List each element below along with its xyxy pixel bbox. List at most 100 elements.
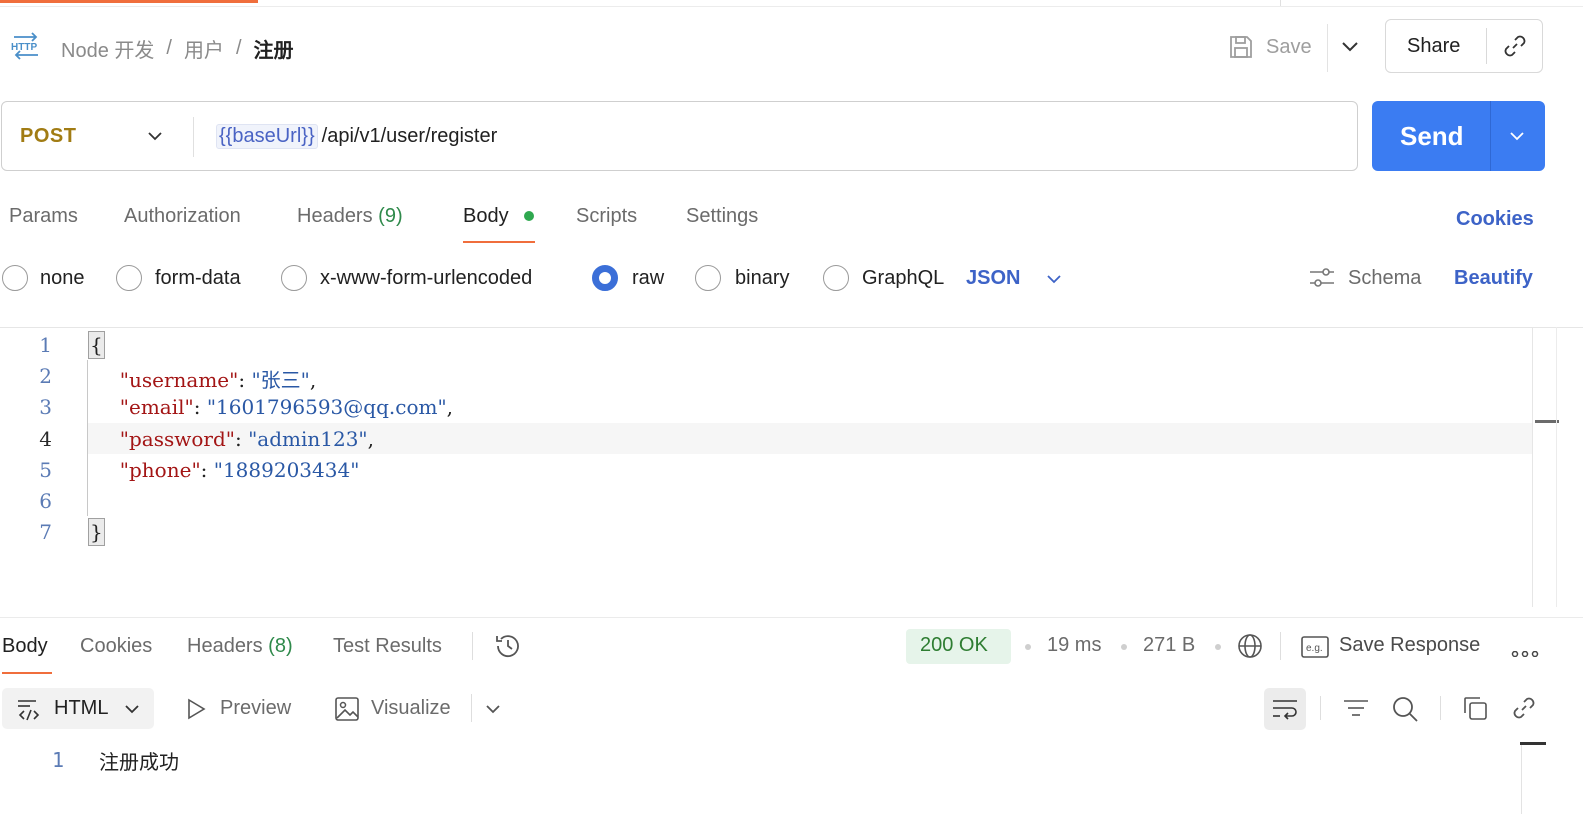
save-response-button[interactable]: Save Response bbox=[1339, 634, 1480, 657]
body-format-select[interactable]: JSON bbox=[966, 267, 1020, 290]
response-body-text[interactable]: 注册成功 bbox=[99, 746, 179, 775]
example-icon[interactable]: e.g. bbox=[1300, 634, 1330, 660]
search-icon[interactable] bbox=[1390, 694, 1420, 724]
filter-icon[interactable] bbox=[1342, 696, 1370, 722]
divider bbox=[472, 632, 473, 660]
radio-urlencoded-label[interactable]: x-www-form-urlencoded bbox=[320, 267, 532, 290]
copy-link-icon[interactable] bbox=[1502, 33, 1528, 59]
visualize-chevron-down-icon[interactable] bbox=[482, 698, 504, 720]
response-size[interactable]: 271 B bbox=[1143, 634, 1195, 657]
visualize-button[interactable]: Visualize bbox=[371, 697, 451, 720]
line-number: 2 bbox=[39, 364, 52, 388]
radio-form-data-label[interactable]: form-data bbox=[155, 267, 241, 290]
preview-play-icon[interactable] bbox=[184, 697, 208, 721]
tab-separator bbox=[1280, 0, 1281, 6]
code-line[interactable]: } bbox=[88, 518, 105, 546]
response-line-number: 1 bbox=[51, 748, 64, 772]
format-chevron-down-icon bbox=[121, 698, 143, 720]
json-colon: : bbox=[234, 427, 249, 451]
cookies-link[interactable]: Cookies bbox=[1456, 208, 1534, 231]
breadcrumb-folder[interactable]: 用户 bbox=[184, 34, 224, 63]
history-icon[interactable] bbox=[493, 631, 523, 661]
editor-scrollbar[interactable] bbox=[1532, 327, 1533, 607]
code-line[interactable]: "password": "admin123", bbox=[88, 427, 374, 451]
active-tab-indicator bbox=[0, 0, 258, 3]
breadcrumb-separator: / bbox=[166, 37, 172, 59]
json-value: "张三" bbox=[251, 368, 310, 392]
response-time[interactable]: 19 ms bbox=[1047, 634, 1101, 657]
response-tab-cookies[interactable]: Cookies bbox=[80, 635, 152, 658]
radio-binary-label[interactable]: binary bbox=[735, 267, 789, 290]
response-tab-headers-label: Headers bbox=[187, 635, 263, 657]
response-scroll-marker bbox=[1520, 742, 1546, 745]
url-variable[interactable]: {{baseUrl}} bbox=[216, 124, 318, 149]
radio-raw[interactable] bbox=[592, 265, 618, 291]
share-button[interactable]: Share bbox=[1407, 35, 1460, 58]
beautify-button[interactable]: Beautify bbox=[1454, 267, 1533, 290]
tab-settings[interactable]: Settings bbox=[686, 205, 758, 228]
line-number: 4 bbox=[39, 427, 52, 451]
save-options-chevron-down-icon[interactable] bbox=[1338, 34, 1362, 58]
json-comma: , bbox=[367, 427, 374, 451]
response-tab-headers-count: (8) bbox=[268, 635, 293, 657]
active-tab-underline bbox=[463, 241, 535, 243]
json-value: "1601796593@qq.com" bbox=[206, 395, 447, 419]
svg-text:e.g.: e.g. bbox=[1306, 643, 1323, 654]
json-value: "1889203434" bbox=[213, 458, 360, 482]
json-key: "phone" bbox=[119, 458, 201, 482]
json-key: "username" bbox=[119, 368, 239, 392]
tab-params[interactable]: Params bbox=[9, 205, 78, 228]
copy-icon[interactable] bbox=[1461, 694, 1489, 722]
status-code: 200 OK bbox=[920, 634, 988, 656]
breadcrumb-collection[interactable]: Node 开发 bbox=[61, 34, 154, 63]
tab-headers[interactable]: Headers (9) bbox=[297, 205, 403, 228]
separator-dot bbox=[1025, 644, 1031, 650]
send-options-chevron-down-icon[interactable] bbox=[1506, 125, 1528, 147]
code-line[interactable]: { bbox=[88, 331, 105, 359]
code-line[interactable]: "username": "张三", bbox=[88, 364, 316, 393]
schema-button[interactable]: Schema bbox=[1308, 266, 1421, 290]
radio-raw-label[interactable]: raw bbox=[632, 267, 664, 290]
radio-form-data[interactable] bbox=[116, 265, 142, 291]
http-icon: HTTP bbox=[10, 31, 42, 61]
radio-none-label[interactable]: none bbox=[40, 267, 85, 290]
matched-brace: } bbox=[88, 518, 105, 546]
response-tab-body[interactable]: Body bbox=[2, 635, 48, 658]
json-colon: : bbox=[200, 458, 214, 482]
divider bbox=[193, 117, 194, 157]
svg-text:HTTP: HTTP bbox=[11, 42, 37, 53]
method-select[interactable]: POST bbox=[20, 125, 76, 148]
radio-none[interactable] bbox=[2, 265, 28, 291]
response-divider bbox=[0, 617, 1583, 618]
link-icon[interactable] bbox=[1510, 694, 1538, 722]
response-tab-test-results[interactable]: Test Results bbox=[333, 635, 442, 658]
send-label: Send bbox=[1400, 121, 1464, 151]
tab-body[interactable]: Body bbox=[463, 205, 509, 228]
save-icon bbox=[1230, 36, 1252, 58]
active-tab-underline bbox=[2, 672, 52, 674]
globe-icon[interactable] bbox=[1236, 632, 1264, 660]
radio-graphql-label[interactable]: GraphQL bbox=[862, 267, 944, 290]
tab-scripts[interactable]: Scripts bbox=[576, 205, 637, 228]
more-icon[interactable] bbox=[1511, 644, 1539, 658]
format-chevron-down-icon[interactable] bbox=[1043, 268, 1065, 290]
method-chevron-down-icon[interactable] bbox=[144, 125, 166, 147]
preview-button[interactable]: Preview bbox=[220, 697, 291, 720]
response-tab-headers[interactable]: Headers (8) bbox=[187, 635, 293, 658]
radio-graphql[interactable] bbox=[823, 265, 849, 291]
response-scrollbar[interactable] bbox=[1521, 742, 1522, 814]
code-line[interactable]: "email": "1601796593@qq.com", bbox=[88, 395, 453, 419]
tab-authorization[interactable]: Authorization bbox=[124, 205, 241, 228]
response-format-label: HTML bbox=[54, 697, 109, 719]
code-line[interactable]: "phone": "1889203434" bbox=[88, 458, 360, 482]
breadcrumb: Node 开发 / 用户 / 注册 bbox=[61, 34, 294, 63]
image-icon[interactable] bbox=[334, 696, 360, 722]
url-input[interactable]: {{baseUrl}} /api/v1/user/register bbox=[216, 124, 497, 149]
radio-binary[interactable] bbox=[695, 265, 721, 291]
breadcrumb-separator: / bbox=[235, 37, 242, 59]
line-number: 6 bbox=[39, 489, 52, 513]
radio-urlencoded[interactable] bbox=[281, 265, 307, 291]
divider bbox=[1280, 632, 1281, 660]
breadcrumb-request-name[interactable]: 注册 bbox=[254, 34, 294, 63]
save-button[interactable]: Save bbox=[1228, 30, 1312, 64]
